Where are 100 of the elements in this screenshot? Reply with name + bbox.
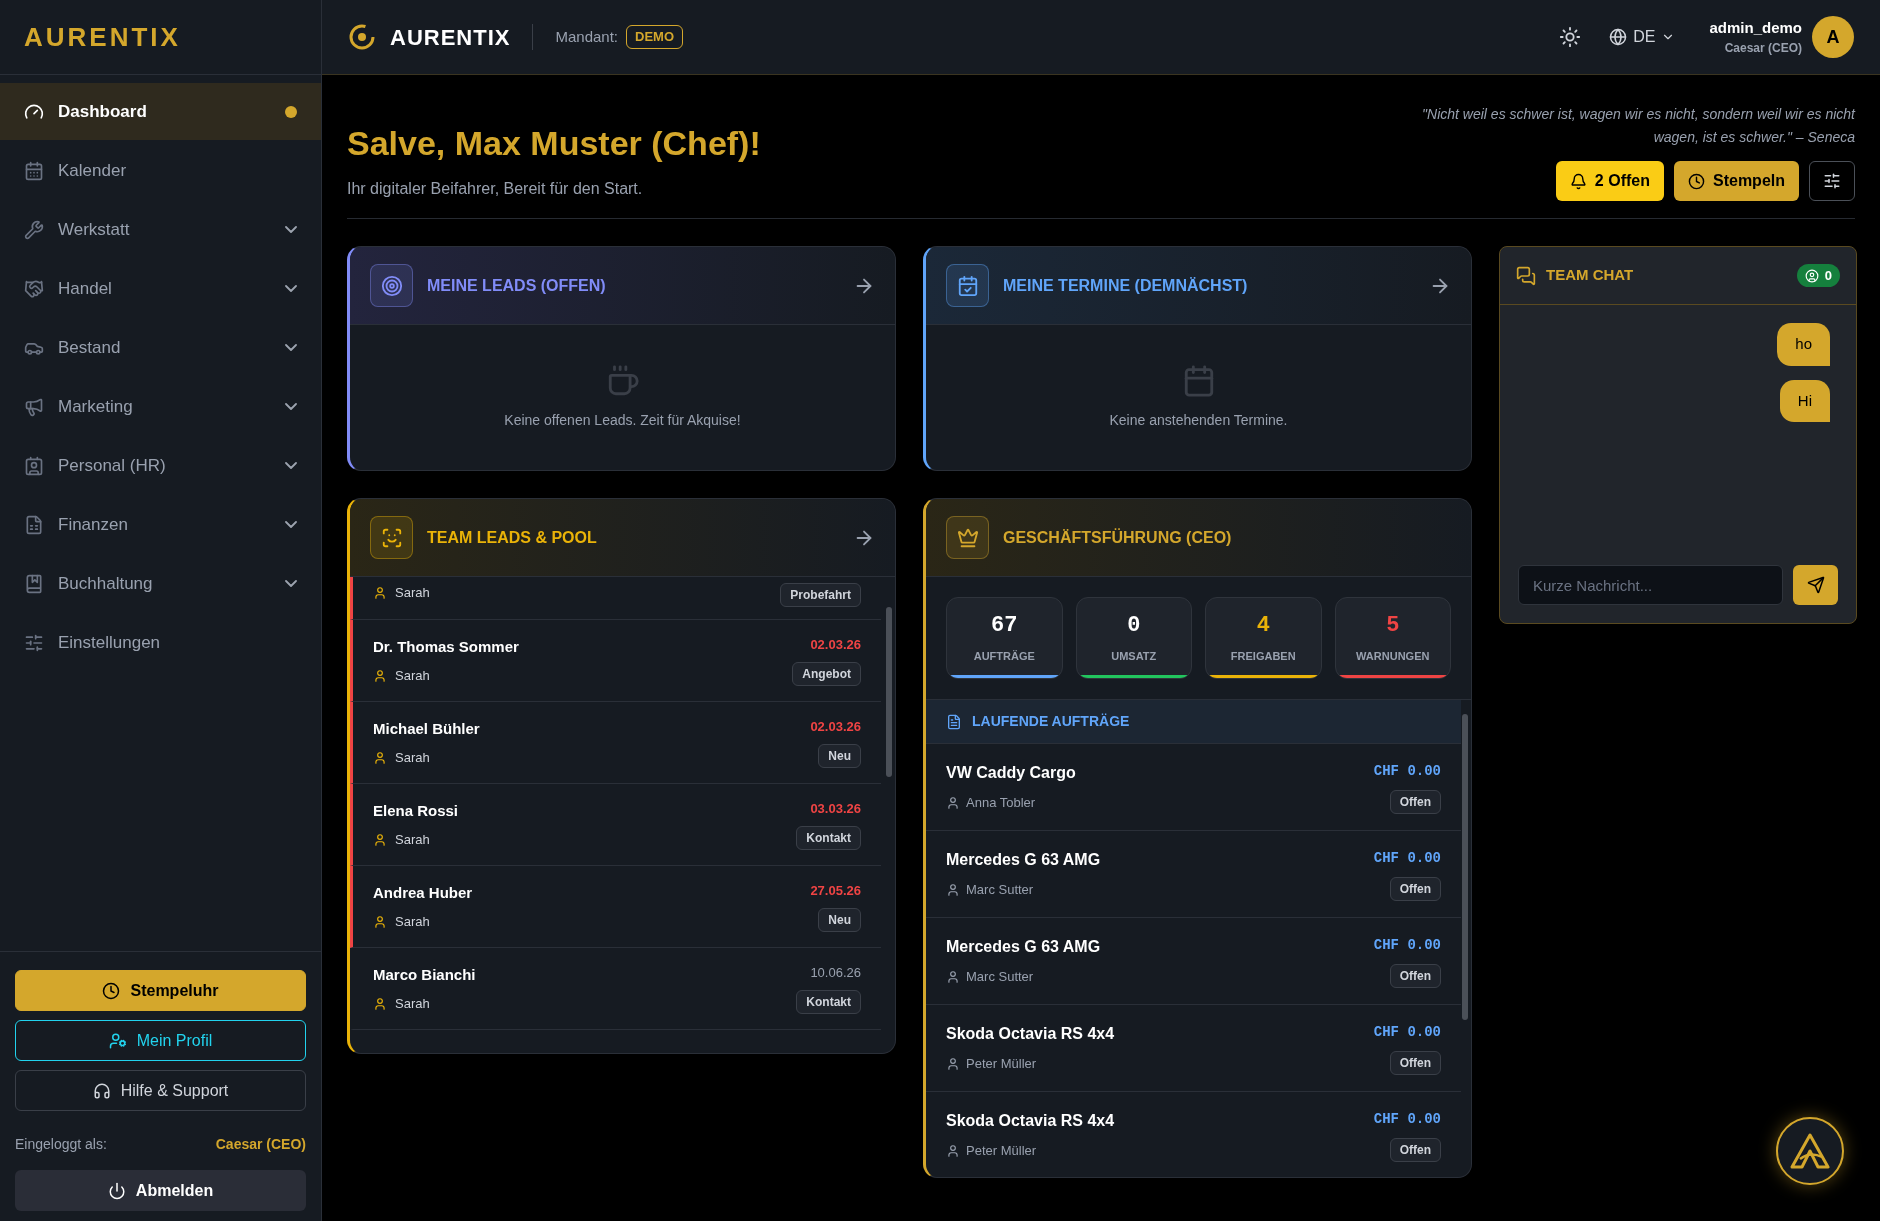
order-row[interactable]: VW Caddy Cargo Anna Tobler CHF 0.00 Offen (926, 744, 1461, 831)
scrollbar[interactable] (886, 607, 892, 777)
card-title: GESCHÄFTSFÜHRUNG (CEO) (1003, 527, 1233, 548)
scrollbar[interactable] (1462, 714, 1468, 1020)
nav-icon (24, 632, 44, 653)
nav-item[interactable]: Personal (HR) (0, 437, 321, 494)
person-icon (946, 1144, 960, 1158)
nav-item[interactable]: Bestand (0, 319, 321, 376)
lead-owner: Sarah (395, 584, 430, 602)
headset-icon (92, 1081, 111, 1100)
nav-icon (24, 278, 44, 299)
nav-item[interactable]: Kalender (0, 142, 321, 199)
person-icon (946, 796, 960, 810)
stat-value: 0 (1127, 611, 1141, 640)
nav-item[interactable]: Buchhaltung (0, 555, 321, 612)
order-amount: CHF 0.00 (1373, 848, 1441, 868)
order-row[interactable]: Mercedes G 63 AMG Marc Sutter CHF 0.00 Offen (926, 831, 1461, 918)
lead-row[interactable]: Andrea Huber Sarah 27.05.26 Neu (350, 866, 881, 948)
assistant-button[interactable] (1776, 1117, 1844, 1185)
person-icon (373, 832, 387, 847)
brand-logo: AURENTIX (24, 20, 181, 54)
order-person: Peter Müller (966, 1142, 1037, 1161)
language-button[interactable]: DE (1609, 25, 1676, 49)
bell-icon (1569, 172, 1587, 190)
user-avatar[interactable]: A (1812, 16, 1854, 58)
card-title: MEINE TERMINE (DEMNÄCHST) (1003, 275, 1249, 296)
crown-icon (946, 516, 989, 559)
order-person: Marc Sutter (966, 968, 1034, 987)
lead-owner: Sarah (395, 995, 430, 1013)
chevron-icon (285, 462, 297, 469)
lead-owner: Sarah (395, 667, 430, 685)
person-icon (373, 996, 387, 1011)
order-amount: CHF 0.00 (1373, 761, 1441, 781)
status-tag: Angebot (792, 662, 861, 687)
clock-in-button[interactable]: Stempeln (1674, 161, 1799, 201)
status-tag: Kontakt (796, 990, 861, 1015)
order-row[interactable]: Mercedes G 63 AMG Marc Sutter CHF 0.00 Offen (926, 918, 1461, 1005)
chat-message: ho (1777, 323, 1830, 366)
nav-icon (24, 219, 44, 240)
status-tag: Neu (818, 744, 861, 769)
order-amount: CHF 0.00 (1373, 1022, 1441, 1042)
filter-button[interactable] (1809, 161, 1855, 201)
empty-message: Keine anstehenden Termine. (1109, 411, 1288, 430)
lead-date: 10.06.26 (810, 963, 861, 982)
clock-button[interactable]: Stempeluhr (15, 970, 306, 1011)
lead-row[interactable]: Michael Bühler Sarah 02.03.26 Neu (350, 702, 881, 784)
logged-in-label: Eingeloggt als: (15, 1135, 107, 1154)
status-tag: Offen (1389, 876, 1441, 901)
message-input[interactable]: Kurze Nachricht... (1518, 565, 1783, 605)
nav-item[interactable]: Einstellungen (0, 614, 321, 671)
status-tag: Offen (1389, 963, 1441, 988)
card-title: MEINE LEADS (OFFEN) (427, 275, 607, 296)
nav-item[interactable]: Dashboard (0, 83, 321, 140)
order-row[interactable]: Skoda Octavia RS 4x4 Peter Müller CHF 0.00 Offen (926, 1005, 1461, 1092)
document-icon (946, 713, 962, 730)
user-cog-icon (108, 1031, 127, 1050)
calendar-check-icon (946, 264, 989, 307)
mountain-logo-icon (1790, 1133, 1830, 1169)
lead-row[interactable]: Dr. Thomas Sommer Sarah 02.03.26 Angebot (350, 620, 881, 702)
nav-icon (24, 160, 44, 181)
status-tag: Offen (1389, 789, 1441, 814)
lead-owner: Sarah (395, 831, 430, 849)
nav-item[interactable]: Finanzen (0, 496, 321, 553)
person-icon (373, 914, 387, 929)
stat-label: WARNUNGEN (1356, 648, 1430, 664)
chevron-icon (285, 285, 297, 292)
mandant-tag: DEMO (626, 25, 683, 49)
section-title: LAUFENDE AUFTRÄGE (972, 712, 1130, 731)
status-tag: Kontakt (796, 826, 861, 851)
online-count: 0 (1796, 263, 1840, 288)
help-button[interactable]: Hilfe & Support (15, 1070, 306, 1111)
card-title: TEAM LEADS & POOL (427, 527, 598, 548)
mandant-label: Mandant: (555, 26, 618, 47)
order-title: VW Caddy Cargo (946, 763, 1076, 784)
nav-icon (24, 455, 44, 476)
lead-row[interactable]: Sarah Probefahrt (350, 577, 881, 620)
greeting-subtitle: Ihr digitaler Beifahrer, Bereit für den Start. (347, 179, 644, 199)
open-tasks-button[interactable]: 2 Offen (1555, 161, 1664, 201)
nav-icon (24, 514, 44, 535)
theme-icon[interactable] (1559, 26, 1582, 48)
user-role: Caesar (CEO) (1724, 40, 1802, 58)
send-button[interactable] (1793, 565, 1838, 605)
order-row[interactable]: Skoda Octavia RS 4x4 Peter Müller CHF 0.00 Offen (926, 1092, 1461, 1177)
order-amount: CHF 0.00 (1373, 1109, 1441, 1129)
profile-button[interactable]: Mein Profil (15, 1020, 306, 1061)
nav-icon (24, 396, 44, 417)
chevron-icon (285, 226, 297, 233)
chat-title: TEAM CHAT (1546, 265, 1635, 286)
lead-owner: Sarah (395, 913, 430, 931)
nav-item[interactable]: Handel (0, 260, 321, 317)
lead-date: 02.03.26 (810, 717, 861, 736)
target-icon (370, 264, 413, 307)
header-brand: AURENTIX (390, 23, 511, 52)
lead-row[interactable]: Elena Rossi Sarah 03.03.26 Kontakt (350, 784, 881, 866)
lead-row[interactable]: Marco Bianchi Sarah 10.06.26 Kontakt (350, 948, 881, 1030)
nav-item[interactable]: Werkstatt (0, 201, 321, 258)
greeting-title: Salve, Max Muster (Chef)! (347, 123, 761, 164)
nav-item[interactable]: Marketing (0, 378, 321, 435)
logout-button[interactable]: Abmelden (15, 1170, 306, 1211)
chat-icon (1516, 265, 1536, 286)
